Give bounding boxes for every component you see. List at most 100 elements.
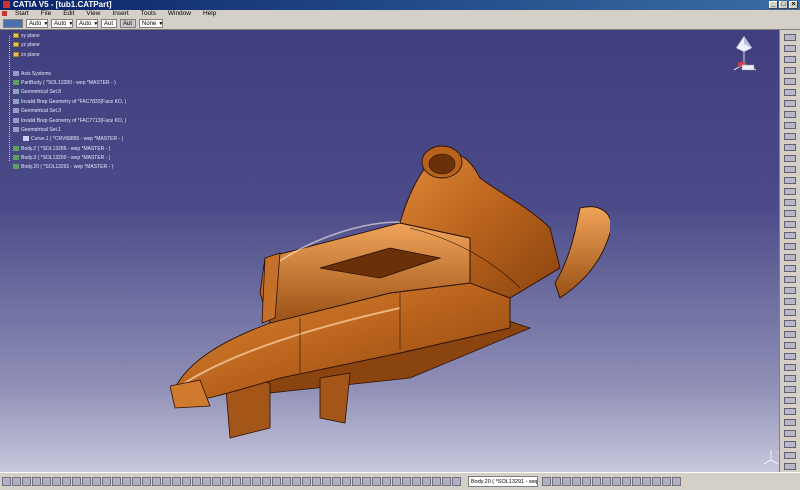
tool-button-icon[interactable] bbox=[122, 477, 131, 486]
tool-button-icon[interactable] bbox=[172, 477, 181, 486]
tool-button-icon[interactable] bbox=[252, 477, 261, 486]
tool-button-icon[interactable] bbox=[232, 477, 241, 486]
tool-button-icon[interactable] bbox=[72, 477, 81, 486]
tool-button-icon[interactable] bbox=[322, 477, 331, 486]
color-select[interactable] bbox=[3, 19, 23, 28]
tool-button-icon[interactable] bbox=[672, 477, 681, 486]
tool-button-icon[interactable] bbox=[222, 477, 231, 486]
tool-button-icon[interactable] bbox=[784, 210, 796, 217]
menu-tools[interactable]: Tools bbox=[135, 10, 162, 18]
tool-button-icon[interactable] bbox=[12, 477, 21, 486]
tool-button-icon[interactable] bbox=[592, 477, 601, 486]
tool-button-icon[interactable] bbox=[312, 477, 321, 486]
tool-button-icon[interactable] bbox=[102, 477, 111, 486]
tool-button-icon[interactable] bbox=[582, 477, 591, 486]
tool-button-icon[interactable] bbox=[784, 441, 796, 448]
tool-button-icon[interactable] bbox=[542, 477, 551, 486]
current-body-field[interactable]: Body.20 ( *SOL13291 - wep bbox=[468, 476, 538, 487]
tree-node[interactable]: xy plane bbox=[5, 32, 126, 41]
tool-button-icon[interactable] bbox=[182, 477, 191, 486]
tool-button-icon[interactable] bbox=[292, 477, 301, 486]
tree-node[interactable]: Invalid Brep Geometry of *FAC7713(Face K… bbox=[5, 117, 126, 126]
tree-node[interactable]: Geometrical Set.8 bbox=[5, 88, 126, 97]
menu-edit[interactable]: Edit bbox=[57, 10, 80, 18]
tool-button-icon[interactable] bbox=[262, 477, 271, 486]
tool-button-icon[interactable] bbox=[784, 452, 796, 459]
tool-button-icon[interactable] bbox=[784, 342, 796, 349]
tool-button-icon[interactable] bbox=[784, 177, 796, 184]
tool-button-icon[interactable] bbox=[382, 477, 391, 486]
tool-button-icon[interactable] bbox=[562, 477, 571, 486]
tool-button-icon[interactable] bbox=[784, 144, 796, 151]
tool-button-icon[interactable] bbox=[784, 463, 796, 470]
tool-button-icon[interactable] bbox=[352, 477, 361, 486]
tool-button-icon[interactable] bbox=[784, 56, 796, 63]
tool-button-icon[interactable] bbox=[572, 477, 581, 486]
tool-button-icon[interactable] bbox=[784, 89, 796, 96]
tree-node[interactable]: Body.3 ( *SOL13290 - wep *MASTER - ) bbox=[5, 154, 126, 163]
tool-button-icon[interactable] bbox=[372, 477, 381, 486]
menu-help[interactable]: Help bbox=[197, 10, 222, 18]
tool-button-icon[interactable] bbox=[784, 166, 796, 173]
tool-button-icon[interactable] bbox=[212, 477, 221, 486]
tool-button-icon[interactable] bbox=[142, 477, 151, 486]
tool-button-icon[interactable] bbox=[22, 477, 31, 486]
tool-button-icon[interactable] bbox=[784, 419, 796, 426]
tool-button-icon[interactable] bbox=[784, 408, 796, 415]
tool-button-icon[interactable] bbox=[392, 477, 401, 486]
menu-start[interactable]: Start bbox=[9, 10, 35, 18]
minimize-button[interactable]: _ bbox=[769, 1, 778, 9]
3d-viewport[interactable]: xy plane yz plane zx plane Axis Systems Part… bbox=[0, 30, 800, 472]
tool-button-icon[interactable] bbox=[2, 477, 11, 486]
tool-button-icon[interactable] bbox=[784, 386, 796, 393]
tool-button-icon[interactable] bbox=[784, 133, 796, 140]
tool-button-icon[interactable] bbox=[784, 232, 796, 239]
tool-button-icon[interactable] bbox=[784, 78, 796, 85]
tool-button-icon[interactable] bbox=[784, 100, 796, 107]
tool-button-icon[interactable] bbox=[784, 276, 796, 283]
tool-button-icon[interactable] bbox=[784, 243, 796, 250]
menu-view[interactable]: View bbox=[80, 10, 106, 18]
tool-button-icon[interactable] bbox=[452, 477, 461, 486]
tool-button-icon[interactable] bbox=[162, 477, 171, 486]
tool-button-icon[interactable] bbox=[632, 477, 641, 486]
tree-node[interactable]: Body.20 ( *SOL13291 - wep *MASTER - ) bbox=[5, 163, 126, 172]
tool-button-icon[interactable] bbox=[784, 331, 796, 338]
tree-node[interactable]: Body.2 ( *SOL13286 - wep *MASTER - ) bbox=[5, 145, 126, 154]
tool-button-icon[interactable] bbox=[192, 477, 201, 486]
tool-button-icon[interactable] bbox=[402, 477, 411, 486]
tree-node[interactable]: zx plane bbox=[5, 51, 126, 60]
tool-button-icon[interactable] bbox=[784, 67, 796, 74]
tool-button-icon[interactable] bbox=[784, 254, 796, 261]
tool-button-icon[interactable] bbox=[784, 397, 796, 404]
tool-button-icon[interactable] bbox=[784, 320, 796, 327]
close-button[interactable]: × bbox=[789, 1, 798, 9]
tool-button-icon[interactable] bbox=[602, 477, 611, 486]
tool-button-icon[interactable] bbox=[272, 477, 281, 486]
tree-node[interactable]: Geometrical Set.1 bbox=[5, 126, 126, 135]
tool-button-icon[interactable] bbox=[784, 287, 796, 294]
tree-node[interactable] bbox=[5, 60, 126, 69]
tool-button-icon[interactable] bbox=[784, 221, 796, 228]
point-symbol-select[interactable]: Aut bbox=[101, 19, 117, 28]
tool-button-icon[interactable] bbox=[342, 477, 351, 486]
tool-button-icon[interactable] bbox=[784, 188, 796, 195]
tree-node[interactable]: Geometrical Set.3 bbox=[5, 107, 126, 116]
tool-button-icon[interactable] bbox=[784, 364, 796, 371]
tool-button-icon[interactable] bbox=[132, 477, 141, 486]
tool-button-icon[interactable] bbox=[784, 375, 796, 382]
tree-node[interactable]: yz plane bbox=[5, 41, 126, 50]
tool-button-icon[interactable] bbox=[42, 477, 51, 486]
tool-button-icon[interactable] bbox=[432, 477, 441, 486]
menu-file[interactable]: File bbox=[35, 10, 57, 18]
menu-insert[interactable]: Insert bbox=[106, 10, 134, 18]
line-thickness-select[interactable]: Auto ▼ bbox=[51, 19, 73, 28]
tool-button-icon[interactable] bbox=[784, 265, 796, 272]
tool-button-icon[interactable] bbox=[412, 477, 421, 486]
tool-button-icon[interactable] bbox=[642, 477, 651, 486]
tool-button-icon[interactable] bbox=[552, 477, 561, 486]
tool-button-icon[interactable] bbox=[784, 34, 796, 41]
tool-button-icon[interactable] bbox=[242, 477, 251, 486]
tool-button-icon[interactable] bbox=[784, 45, 796, 52]
layer-select[interactable]: None ▼ bbox=[139, 19, 163, 28]
